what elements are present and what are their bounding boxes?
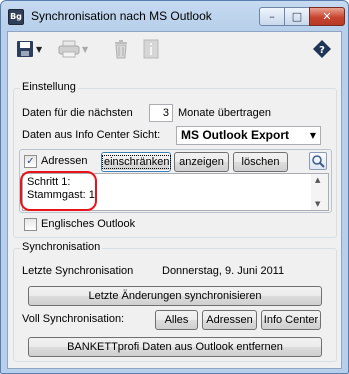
settings-group-label: Einstellung xyxy=(20,81,78,93)
delete-button[interactable]: löschen xyxy=(233,152,288,172)
close-button[interactable]: ✕ xyxy=(309,7,345,26)
sync-group-label: Synchronisation xyxy=(20,241,103,253)
months-input[interactable]: 3 xyxy=(149,104,173,122)
client-area: ▼ ▼ ? Einstellung Daten für die nächsten… xyxy=(7,31,342,369)
highlight-ring xyxy=(20,171,97,211)
last-sync-label: Letzte Synchronisation xyxy=(22,265,134,277)
chevron-down-icon[interactable]: ▼ xyxy=(36,45,42,54)
memo-scrollbar[interactable]: ▲ ▼ xyxy=(311,174,328,210)
chevron-down-icon[interactable]: ▼ xyxy=(82,45,88,54)
days-label: Daten für die nächsten xyxy=(22,107,133,119)
remove-data-button[interactable]: BANKETTprofi Daten aus Outlook entfernen xyxy=(28,337,322,357)
delete-icon[interactable] xyxy=(112,38,130,60)
english-outlook-label: Englisches Outlook xyxy=(41,218,136,230)
view-label: Daten aus Info Center Sicht: xyxy=(22,129,161,141)
view-select[interactable]: MS Outlook Export ▼ xyxy=(176,126,321,145)
addresses-checkbox-label: Adressen xyxy=(41,155,88,167)
chevron-down-icon[interactable]: ▼ xyxy=(310,127,316,144)
app-icon: Bg xyxy=(8,9,24,25)
restrict-button-label: einschränken xyxy=(102,155,172,169)
toolbar: ▼ ▼ ? xyxy=(8,32,341,66)
addresses-checkbox[interactable]: ✓ xyxy=(24,155,37,168)
help-icon[interactable]: ? xyxy=(312,39,332,59)
print-icon[interactable] xyxy=(58,40,80,58)
settings-group: Einstellung Daten für die nächsten 3 Mon… xyxy=(13,81,337,238)
restrict-button[interactable]: einschränken xyxy=(101,152,172,172)
window-title: Synchronisation nach MS Outlook xyxy=(31,9,212,23)
title-bar[interactable]: Bg Synchronisation nach MS Outlook – □ ✕ xyxy=(1,1,348,31)
sync-changes-button[interactable]: Letzte Änderungen synchronisieren xyxy=(28,286,322,306)
scroll-up-icon[interactable]: ▲ xyxy=(315,176,320,184)
minimize-button[interactable]: – xyxy=(259,7,285,26)
save-dropdown[interactable]: ▼ xyxy=(16,38,42,60)
info-icon[interactable] xyxy=(142,38,160,60)
sync-all-button[interactable]: Alles xyxy=(155,310,198,330)
full-sync-label: Voll Synchronisation: xyxy=(22,313,125,325)
months-suffix-label: Monate übertragen xyxy=(178,107,271,119)
addresses-panel: ✓ Adressen einschränken anzeigen löschen… xyxy=(19,149,332,213)
scroll-down-icon[interactable]: ▼ xyxy=(315,200,320,208)
print-dropdown[interactable]: ▼ xyxy=(58,38,88,60)
sync-info-center-button[interactable]: Info Center xyxy=(261,310,321,330)
app-window: Bg Synchronisation nach MS Outlook – □ ✕… xyxy=(0,0,349,374)
save-icon[interactable] xyxy=(16,40,34,58)
view-select-value: MS Outlook Export xyxy=(181,128,289,142)
show-button[interactable]: anzeigen xyxy=(174,152,229,172)
maximize-button[interactable]: □ xyxy=(284,7,310,26)
svg-text:?: ? xyxy=(319,45,325,56)
english-outlook-checkbox[interactable] xyxy=(24,218,37,231)
last-sync-value: Donnerstag, 9. Juni 2011 xyxy=(162,265,285,277)
search-icon[interactable] xyxy=(309,152,327,170)
sync-group: Synchronisation Letzte Synchronisation D… xyxy=(13,241,337,362)
sync-addresses-button[interactable]: Adressen xyxy=(202,310,257,330)
